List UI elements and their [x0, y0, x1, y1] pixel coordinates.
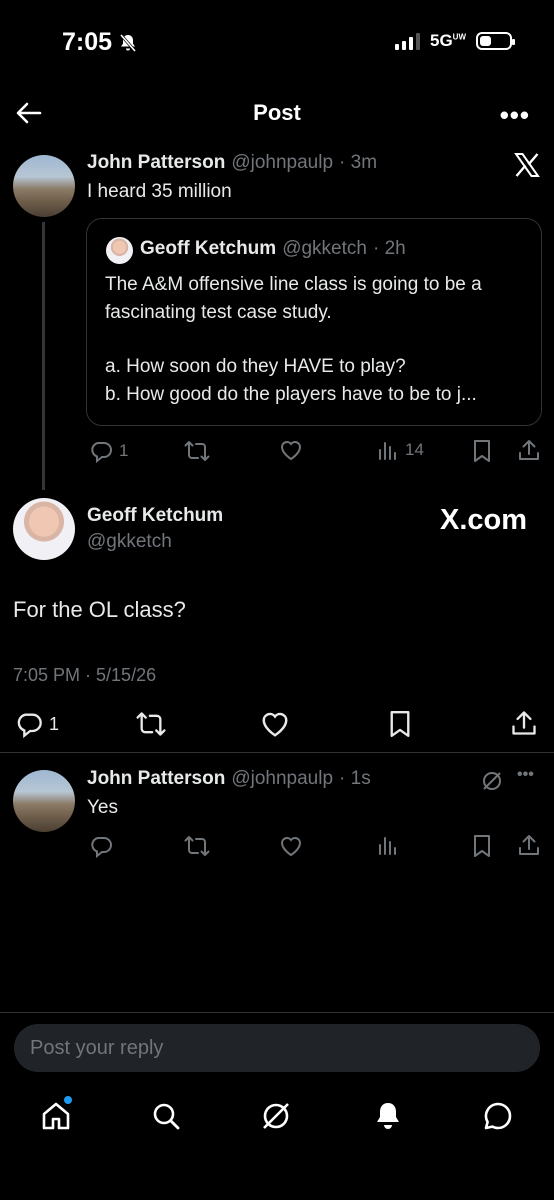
repost-icon[interactable] [184, 834, 210, 858]
bookmark-icon[interactable] [471, 439, 493, 463]
home-icon [42, 1102, 70, 1130]
battery-icon [476, 32, 515, 50]
status-indicators: 5GUW [394, 31, 515, 51]
views-button[interactable]: 14 [377, 439, 424, 461]
divider [0, 752, 554, 753]
grok-icon[interactable] [260, 1100, 292, 1132]
divider [0, 1012, 554, 1013]
x-logo-icon [514, 153, 540, 177]
clock: 7:05 [62, 28, 113, 56]
reply-icon[interactable] [89, 834, 113, 858]
author-name[interactable]: Geoff Ketchum [87, 505, 223, 527]
reply-button[interactable]: 1 [15, 710, 59, 738]
status-time: 7:05 [62, 28, 138, 57]
reply-icon [91, 442, 112, 463]
network-type: 5GUW [429, 31, 466, 50]
tweet-header: John Patterson @johnpaulp · 3m [87, 152, 377, 174]
reply-count: 1 [49, 713, 60, 734]
share-icon[interactable] [510, 709, 538, 737]
quoted-header: Geoff Ketchum @gkketch · 2h [140, 238, 406, 260]
avatar[interactable] [13, 770, 75, 832]
post-time: · 1s [339, 768, 371, 789]
avatar[interactable] [13, 498, 75, 560]
share-icon[interactable] [517, 438, 541, 462]
quoted-post-time: · 2h [372, 238, 406, 259]
like-icon[interactable] [260, 710, 290, 738]
reply-count: 1 [119, 441, 129, 460]
signal-icon [394, 32, 420, 50]
message-icon[interactable] [482, 1100, 514, 1132]
post-text: Yes [87, 797, 118, 818]
reply-icon [17, 713, 42, 738]
thread-line [42, 222, 45, 490]
search-icon[interactable] [150, 1100, 182, 1132]
view-count: 14 [405, 440, 424, 459]
author-handle[interactable]: @johnpaulp [231, 768, 333, 790]
author-handle[interactable]: @gkketch [87, 531, 172, 553]
repost-icon [184, 441, 210, 461]
quoted-author-handle: @gkketch [282, 238, 367, 259]
more-icon[interactable]: ••• [500, 100, 530, 131]
reply-input[interactable]: Post your reply [14, 1024, 540, 1072]
notification-dot [64, 1096, 72, 1104]
author-handle[interactable]: @johnpaulp [231, 152, 333, 174]
post-timestamp[interactable]: 7:05 PM · 5/15/26 [13, 665, 156, 686]
quoted-author-name: Geoff Ketchum [140, 238, 277, 259]
author-name[interactable]: John Patterson [87, 152, 225, 174]
post-text: For the OL class? [13, 597, 186, 622]
views-icon[interactable] [377, 834, 399, 856]
avatar[interactable] [13, 155, 75, 217]
repost-icon[interactable] [135, 710, 167, 738]
mute-bell-icon [119, 33, 137, 52]
repost-button[interactable] [184, 439, 210, 463]
bookmark-icon[interactable] [471, 834, 493, 858]
reply-button[interactable]: 1 [89, 439, 128, 463]
like-button[interactable] [279, 439, 303, 461]
page-title: Post [253, 100, 301, 125]
x-com-watermark: X.com [440, 504, 528, 536]
bookmark-icon[interactable] [387, 709, 413, 739]
grok-icon[interactable] [481, 770, 503, 792]
share-icon[interactable] [517, 833, 541, 857]
author-name[interactable]: John Patterson [87, 768, 225, 790]
nav-home[interactable] [40, 1096, 72, 1132]
reply-placeholder: Post your reply [30, 1036, 164, 1059]
views-icon [379, 442, 396, 460]
quoted-text: The A&M offensive line class is going to… [105, 274, 482, 405]
post-time: · 3m [339, 152, 378, 173]
post-text: I heard 35 million [87, 181, 232, 202]
bell-icon[interactable] [372, 1100, 404, 1132]
like-icon[interactable] [279, 835, 303, 857]
tweet-header: John Patterson @johnpaulp · 1s [87, 768, 371, 790]
like-icon [280, 441, 302, 461]
avatar [106, 237, 133, 264]
more-icon[interactable]: ••• [517, 766, 534, 784]
